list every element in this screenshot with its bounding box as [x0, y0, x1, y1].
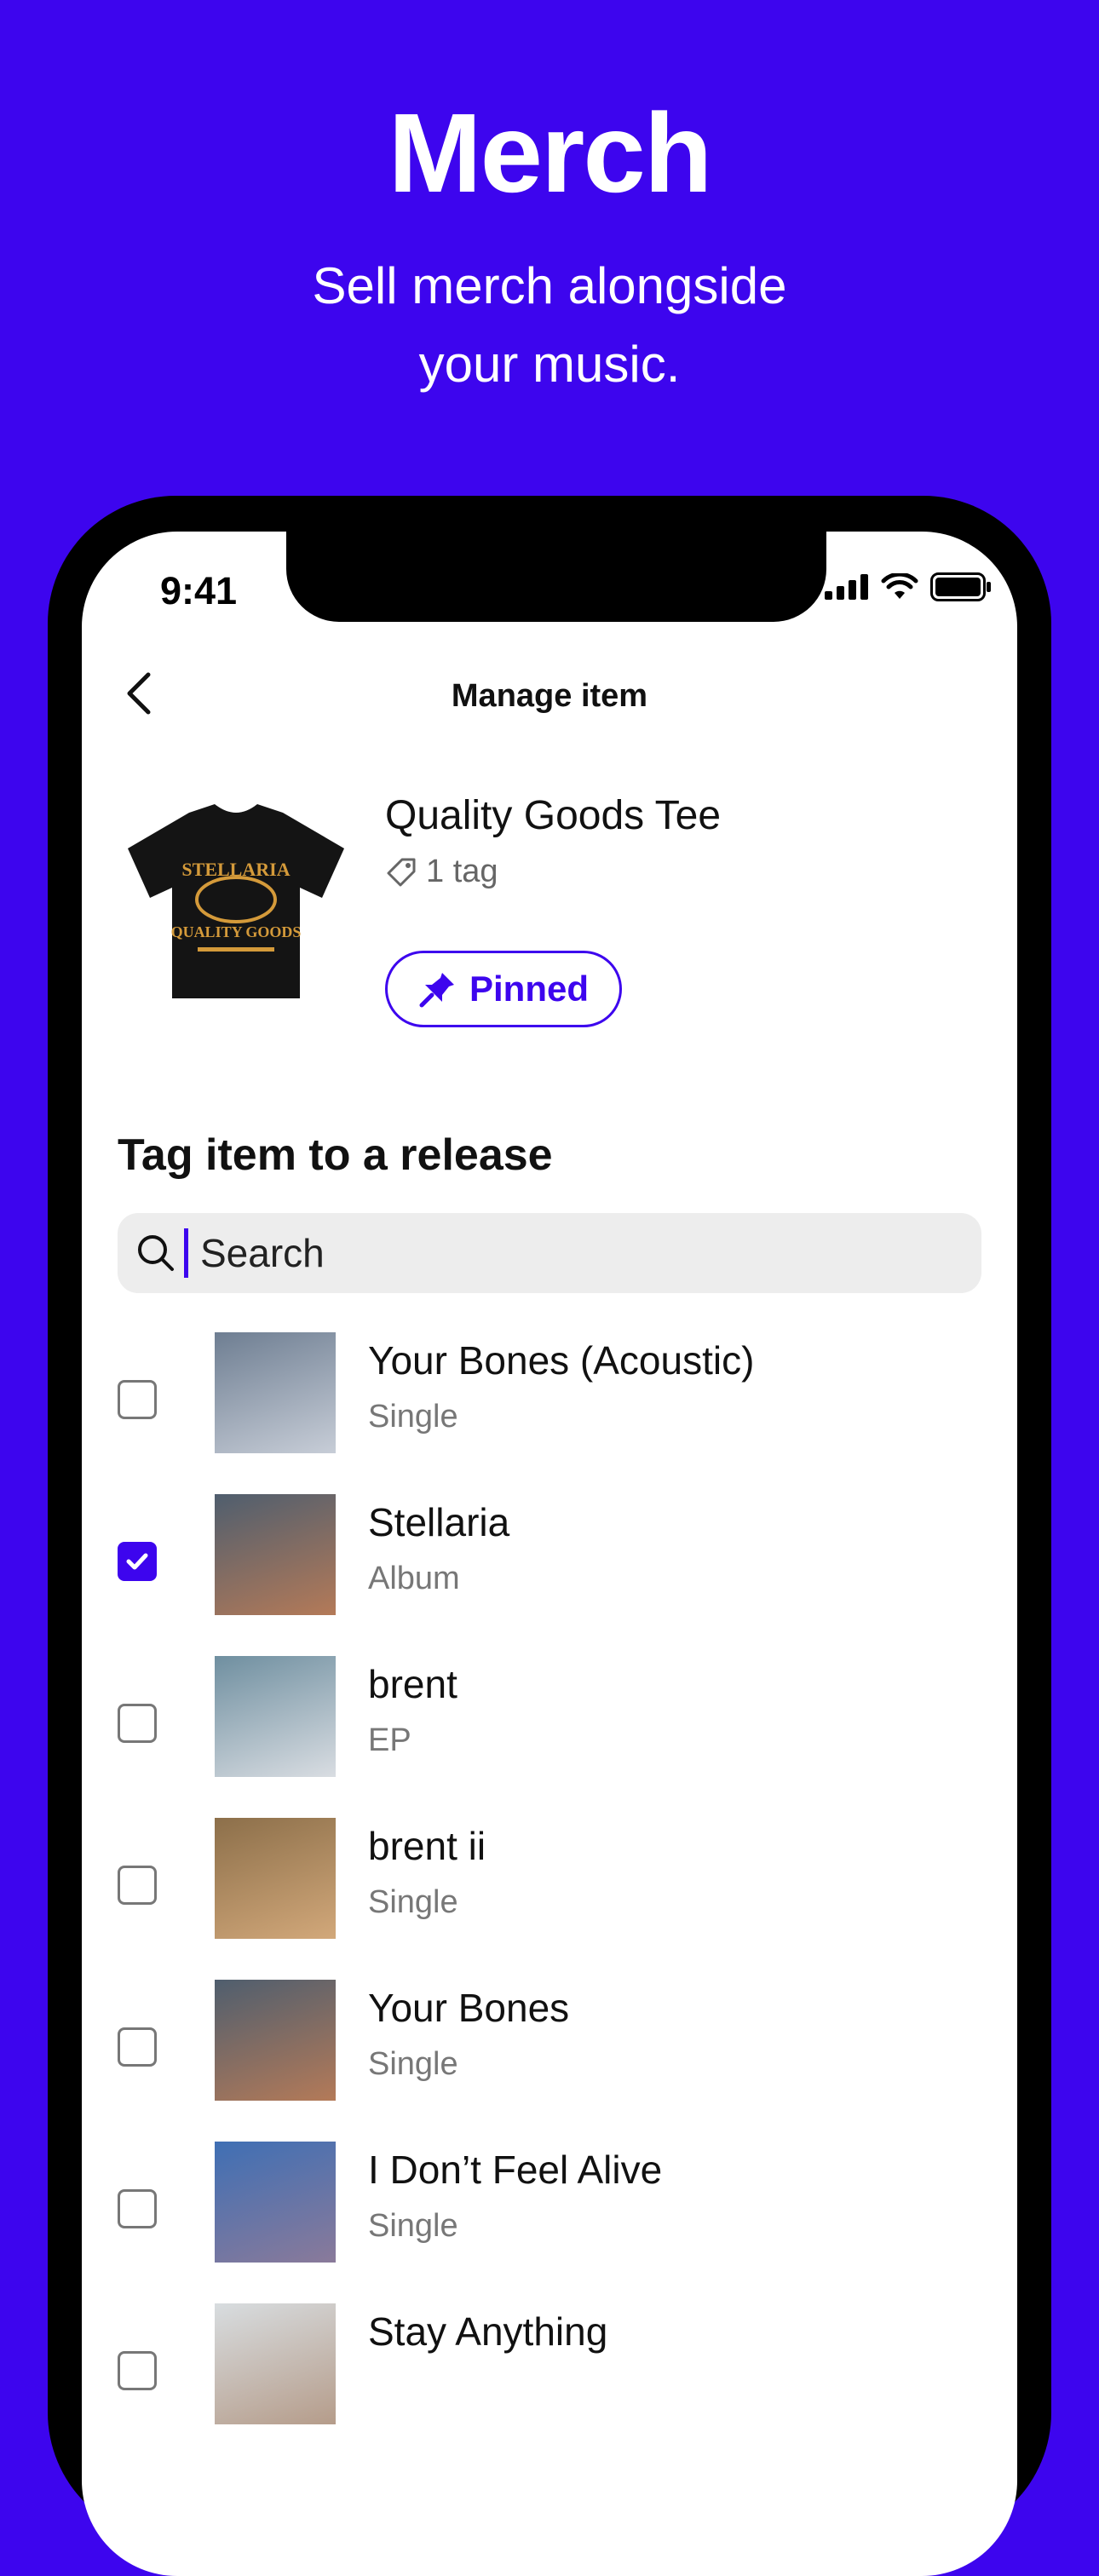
release-title: brent ii	[368, 1824, 486, 1868]
release-title: I Don’t Feel Alive	[368, 2148, 663, 2192]
checkmark-icon	[126, 1553, 148, 1570]
shirt-text-stellaria: STELLARIA	[181, 859, 290, 880]
release-row[interactable]: Stay Anything	[82, 2303, 1017, 2465]
pinned-button[interactable]: Pinned	[385, 951, 622, 1027]
release-title: Stellaria	[368, 1500, 510, 1544]
release-type: Single	[368, 2046, 458, 2082]
status-time: 9:41	[160, 569, 238, 612]
checkbox-checked[interactable]	[118, 1542, 157, 1581]
checkbox[interactable]	[118, 2351, 157, 2390]
checkbox[interactable]	[118, 2189, 157, 2228]
checkbox[interactable]	[118, 1866, 157, 1905]
search-bar[interactable]	[118, 1213, 981, 1293]
release-cover-art	[215, 1332, 336, 1453]
release-title: Stay Anything	[368, 2309, 608, 2354]
promo-subtitle: Sell merch alongside your music.	[0, 247, 1099, 404]
release-title: Your Bones	[368, 1986, 570, 2030]
release-cover-art	[215, 1494, 336, 1615]
release-type: EP	[368, 1722, 411, 1758]
release-type: Album	[368, 1561, 460, 1596]
pin-icon	[419, 973, 454, 1008]
release-row[interactable]: brent ii Single	[82, 1818, 1017, 1980]
phone-frame: 9:41 Manage item STELLARIA QUALITY GOODS…	[48, 496, 1051, 2576]
notch	[286, 532, 826, 622]
promo-title: Merch	[388, 90, 713, 216]
search-input[interactable]	[199, 1229, 952, 1277]
promo-subtitle-line-2: your music.	[418, 336, 681, 393]
release-row[interactable]: Stellaria Album	[82, 1494, 1017, 1656]
item-tag-count: 1 tag	[385, 854, 498, 890]
pinned-label: Pinned	[469, 969, 589, 1009]
shirt-text-quality-goods: QUALITY GOODS	[171, 923, 302, 940]
release-cover-art	[215, 1656, 336, 1777]
release-row[interactable]: brent EP	[82, 1656, 1017, 1818]
release-type: Single	[368, 1884, 458, 1920]
checkbox[interactable]	[118, 1380, 157, 1419]
release-cover-art	[215, 1818, 336, 1939]
release-list: Your Bones (Acoustic) Single Stellaria Albu…	[82, 1332, 1017, 2465]
text-caret	[184, 1228, 188, 1278]
release-type: Single	[368, 2208, 458, 2244]
release-row[interactable]: Your Bones Single	[82, 1980, 1017, 2142]
release-cover-art	[215, 1980, 336, 2101]
release-cover-art	[215, 2142, 336, 2263]
wifi-icon	[881, 573, 918, 599]
release-title: brent	[368, 1662, 457, 1706]
status-icons	[825, 572, 992, 601]
section-title: Tag item to a release	[118, 1130, 553, 1180]
merch-item-image: STELLARIA QUALITY GOODS	[121, 787, 351, 1017]
release-row[interactable]: I Don’t Feel Alive Single	[82, 2142, 1017, 2303]
release-type: Single	[368, 1399, 458, 1435]
release-title: Your Bones (Acoustic)	[368, 1338, 755, 1383]
checkbox[interactable]	[118, 2027, 157, 2067]
battery-icon	[930, 572, 991, 601]
search-icon	[138, 1235, 174, 1271]
item-name: Quality Goods Tee	[385, 793, 722, 838]
phone-screen: 9:41 Manage item STELLARIA QUALITY GOODS…	[82, 532, 1017, 2576]
promo-subtitle-line-1: Sell merch alongside	[312, 257, 787, 314]
tag-icon	[387, 858, 416, 886]
page-title: Manage item	[451, 678, 648, 714]
signal-icon	[825, 574, 868, 600]
release-cover-art	[215, 2303, 336, 2424]
checkbox[interactable]	[118, 1704, 157, 1743]
release-row[interactable]: Your Bones (Acoustic) Single	[82, 1332, 1017, 1494]
tag-count-label: 1 tag	[426, 854, 498, 889]
